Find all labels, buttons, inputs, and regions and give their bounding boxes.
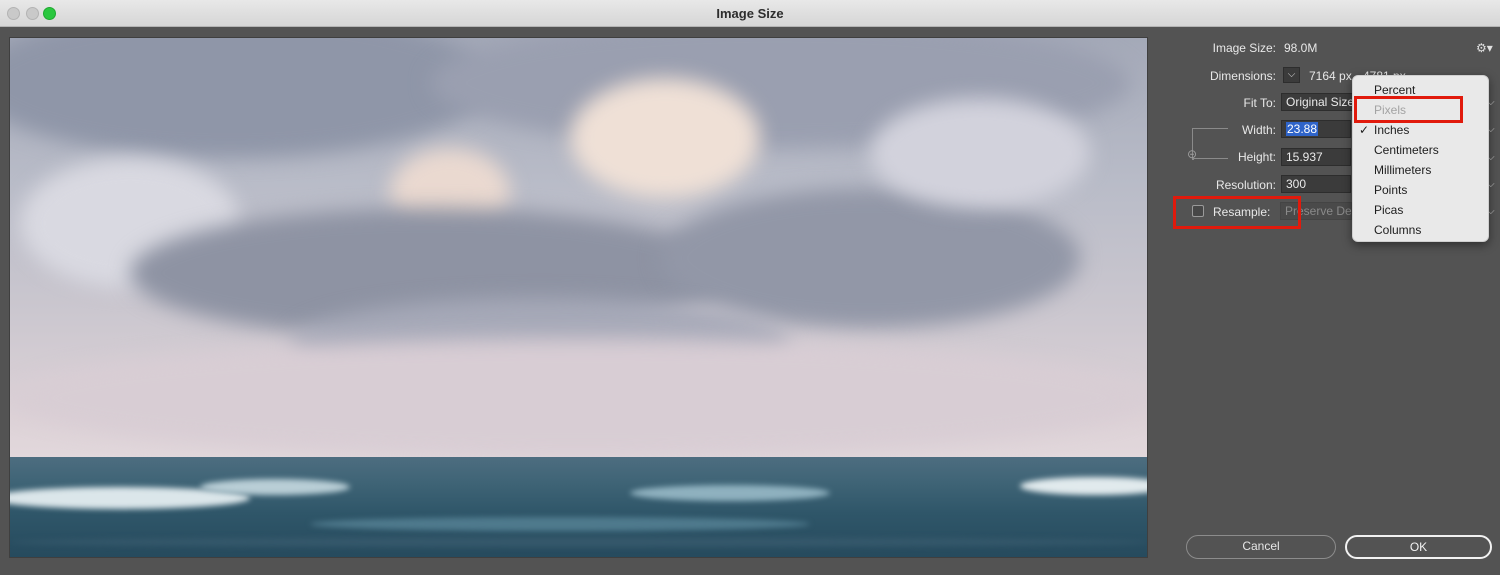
ok-button[interactable]: OK — [1345, 535, 1492, 559]
preview-sea — [10, 457, 1147, 557]
window-titlebar: Image Size — [0, 0, 1500, 27]
link-bracket-top — [1192, 128, 1228, 159]
image-size-label: Image Size: — [1212, 41, 1276, 55]
link-bracket-bottom — [1192, 158, 1228, 159]
resolution-input[interactable]: 300 — [1281, 175, 1351, 193]
menu-item-centimeters[interactable]: Centimeters — [1353, 140, 1488, 160]
resample-highlight-box — [1173, 196, 1301, 229]
cancel-button[interactable]: Cancel — [1186, 535, 1336, 559]
dimensions-width-value: 7164 px — [1309, 69, 1352, 83]
chain-link-icon[interactable]: ⊝ — [1187, 147, 1197, 161]
width-input[interactable]: 23.88 — [1281, 120, 1351, 138]
fit-to-label: Fit To: — [1243, 96, 1276, 110]
image-preview[interactable] — [9, 37, 1148, 558]
gear-icon[interactable]: ⚙▾ — [1476, 41, 1493, 55]
image-size-value: 98.0M — [1284, 41, 1318, 55]
pixels-highlight-box — [1354, 96, 1463, 123]
width-value: 23.88 — [1286, 122, 1319, 136]
menu-item-millimeters[interactable]: Millimeters — [1353, 160, 1488, 180]
menu-item-points[interactable]: Points — [1353, 180, 1488, 200]
menu-item-columns[interactable]: Columns — [1353, 220, 1488, 240]
menu-item-inches[interactable]: ✓ Inches — [1353, 120, 1488, 140]
chevron-down-icon: ⌵ — [1287, 69, 1296, 80]
dimensions-label: Dimensions: — [1209, 69, 1276, 83]
resolution-label: Resolution: — [1215, 178, 1276, 192]
dimensions-unit-dropdown[interactable]: ⌵ — [1283, 67, 1300, 83]
height-input[interactable]: 15.937 — [1281, 148, 1351, 166]
menu-item-picas[interactable]: Picas — [1353, 200, 1488, 220]
checkmark-icon: ✓ — [1359, 123, 1370, 137]
window-title: Image Size — [716, 6, 784, 21]
preview-sky — [10, 38, 1147, 459]
